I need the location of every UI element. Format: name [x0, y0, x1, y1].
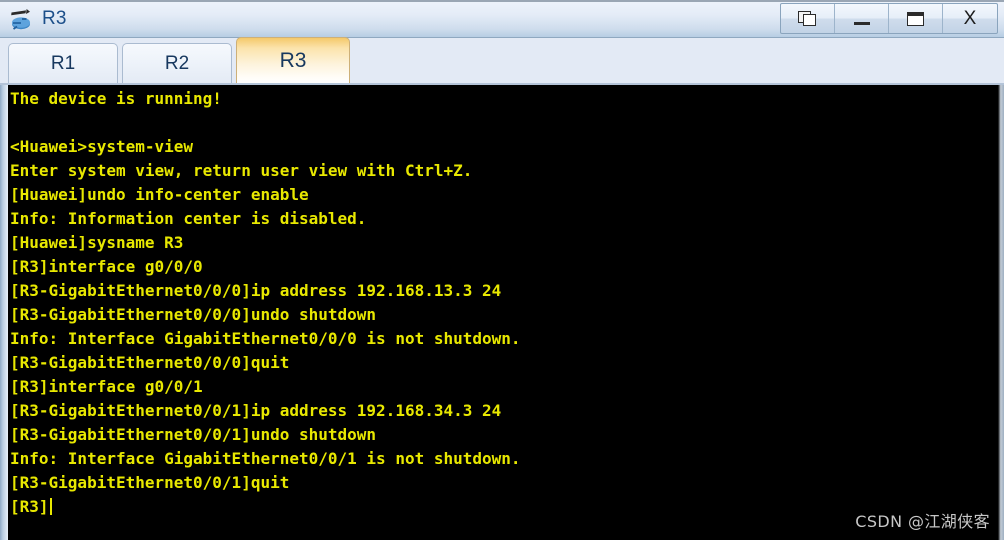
window-title: R3 — [42, 7, 67, 29]
maximize-icon — [907, 11, 924, 26]
terminal-left-border — [0, 85, 8, 540]
application-window: R3 X R1 R2 R3 The device is running! <Hu… — [0, 0, 1004, 540]
terminal-line: [R3-GigabitEthernet0/0/1]quit — [10, 473, 290, 492]
terminal-line: [R3-GigabitEthernet0/0/0]undo shutdown — [10, 305, 377, 324]
tab-bar: R1 R2 R3 — [0, 37, 1004, 85]
restore-button[interactable] — [781, 4, 835, 33]
terminal-line: Info: Information center is disabled. — [10, 209, 367, 228]
terminal-line: Info: Interface GigabitEthernet0/0/0 is … — [10, 329, 521, 348]
terminal-line: Enter system view, return user view with… — [10, 161, 473, 180]
terminal-line: [R3-GigabitEthernet0/0/0]quit — [10, 353, 290, 372]
terminal-line: Info: Interface GigabitEthernet0/0/1 is … — [10, 449, 521, 468]
maximize-button[interactable] — [889, 4, 943, 33]
title-bar: R3 X — [0, 0, 1004, 38]
terminal-output: The device is running! <Huawei>system-vi… — [10, 87, 996, 540]
terminal-console[interactable]: The device is running! <Huawei>system-vi… — [0, 85, 1004, 540]
restore-icon — [797, 10, 818, 27]
terminal-line: [R3-GigabitEthernet0/0/1]ip address 192.… — [10, 401, 502, 420]
tab-r2[interactable]: R2 — [122, 43, 232, 83]
tab-r3-label: R3 — [279, 48, 307, 72]
tab-r3[interactable]: R3 — [236, 37, 350, 83]
terminal-line: <Huawei>system-view — [10, 137, 194, 156]
terminal-prompt-line[interactable]: [R3] — [10, 495, 996, 519]
terminal-line: [R3]interface g0/0/0 — [10, 257, 203, 276]
terminal-line: [Huawei]sysname R3 — [10, 233, 184, 252]
terminal-right-border — [998, 85, 1004, 540]
terminal-line: The device is running! — [10, 89, 222, 108]
close-icon: X — [963, 8, 977, 29]
terminal-line: [R3]interface g0/0/1 — [10, 377, 203, 396]
close-button[interactable]: X — [943, 4, 997, 33]
tab-r2-label: R2 — [164, 52, 190, 74]
minimize-button[interactable] — [835, 4, 889, 33]
tab-r1[interactable]: R1 — [8, 43, 118, 83]
terminal-line: [Huawei]undo info-center enable — [10, 185, 309, 204]
terminal-prompt-text: [R3] — [10, 497, 49, 516]
terminal-line: [R3-GigabitEthernet0/0/0]ip address 192.… — [10, 281, 502, 300]
title-bar-left: R3 — [0, 0, 67, 37]
window-controls: X — [780, 3, 998, 34]
terminal-cursor — [49, 498, 52, 515]
tab-r1-label: R1 — [50, 52, 76, 74]
router-icon — [8, 7, 34, 31]
minimize-icon — [853, 21, 870, 25]
terminal-line: [R3-GigabitEthernet0/0/1]undo shutdown — [10, 425, 377, 444]
